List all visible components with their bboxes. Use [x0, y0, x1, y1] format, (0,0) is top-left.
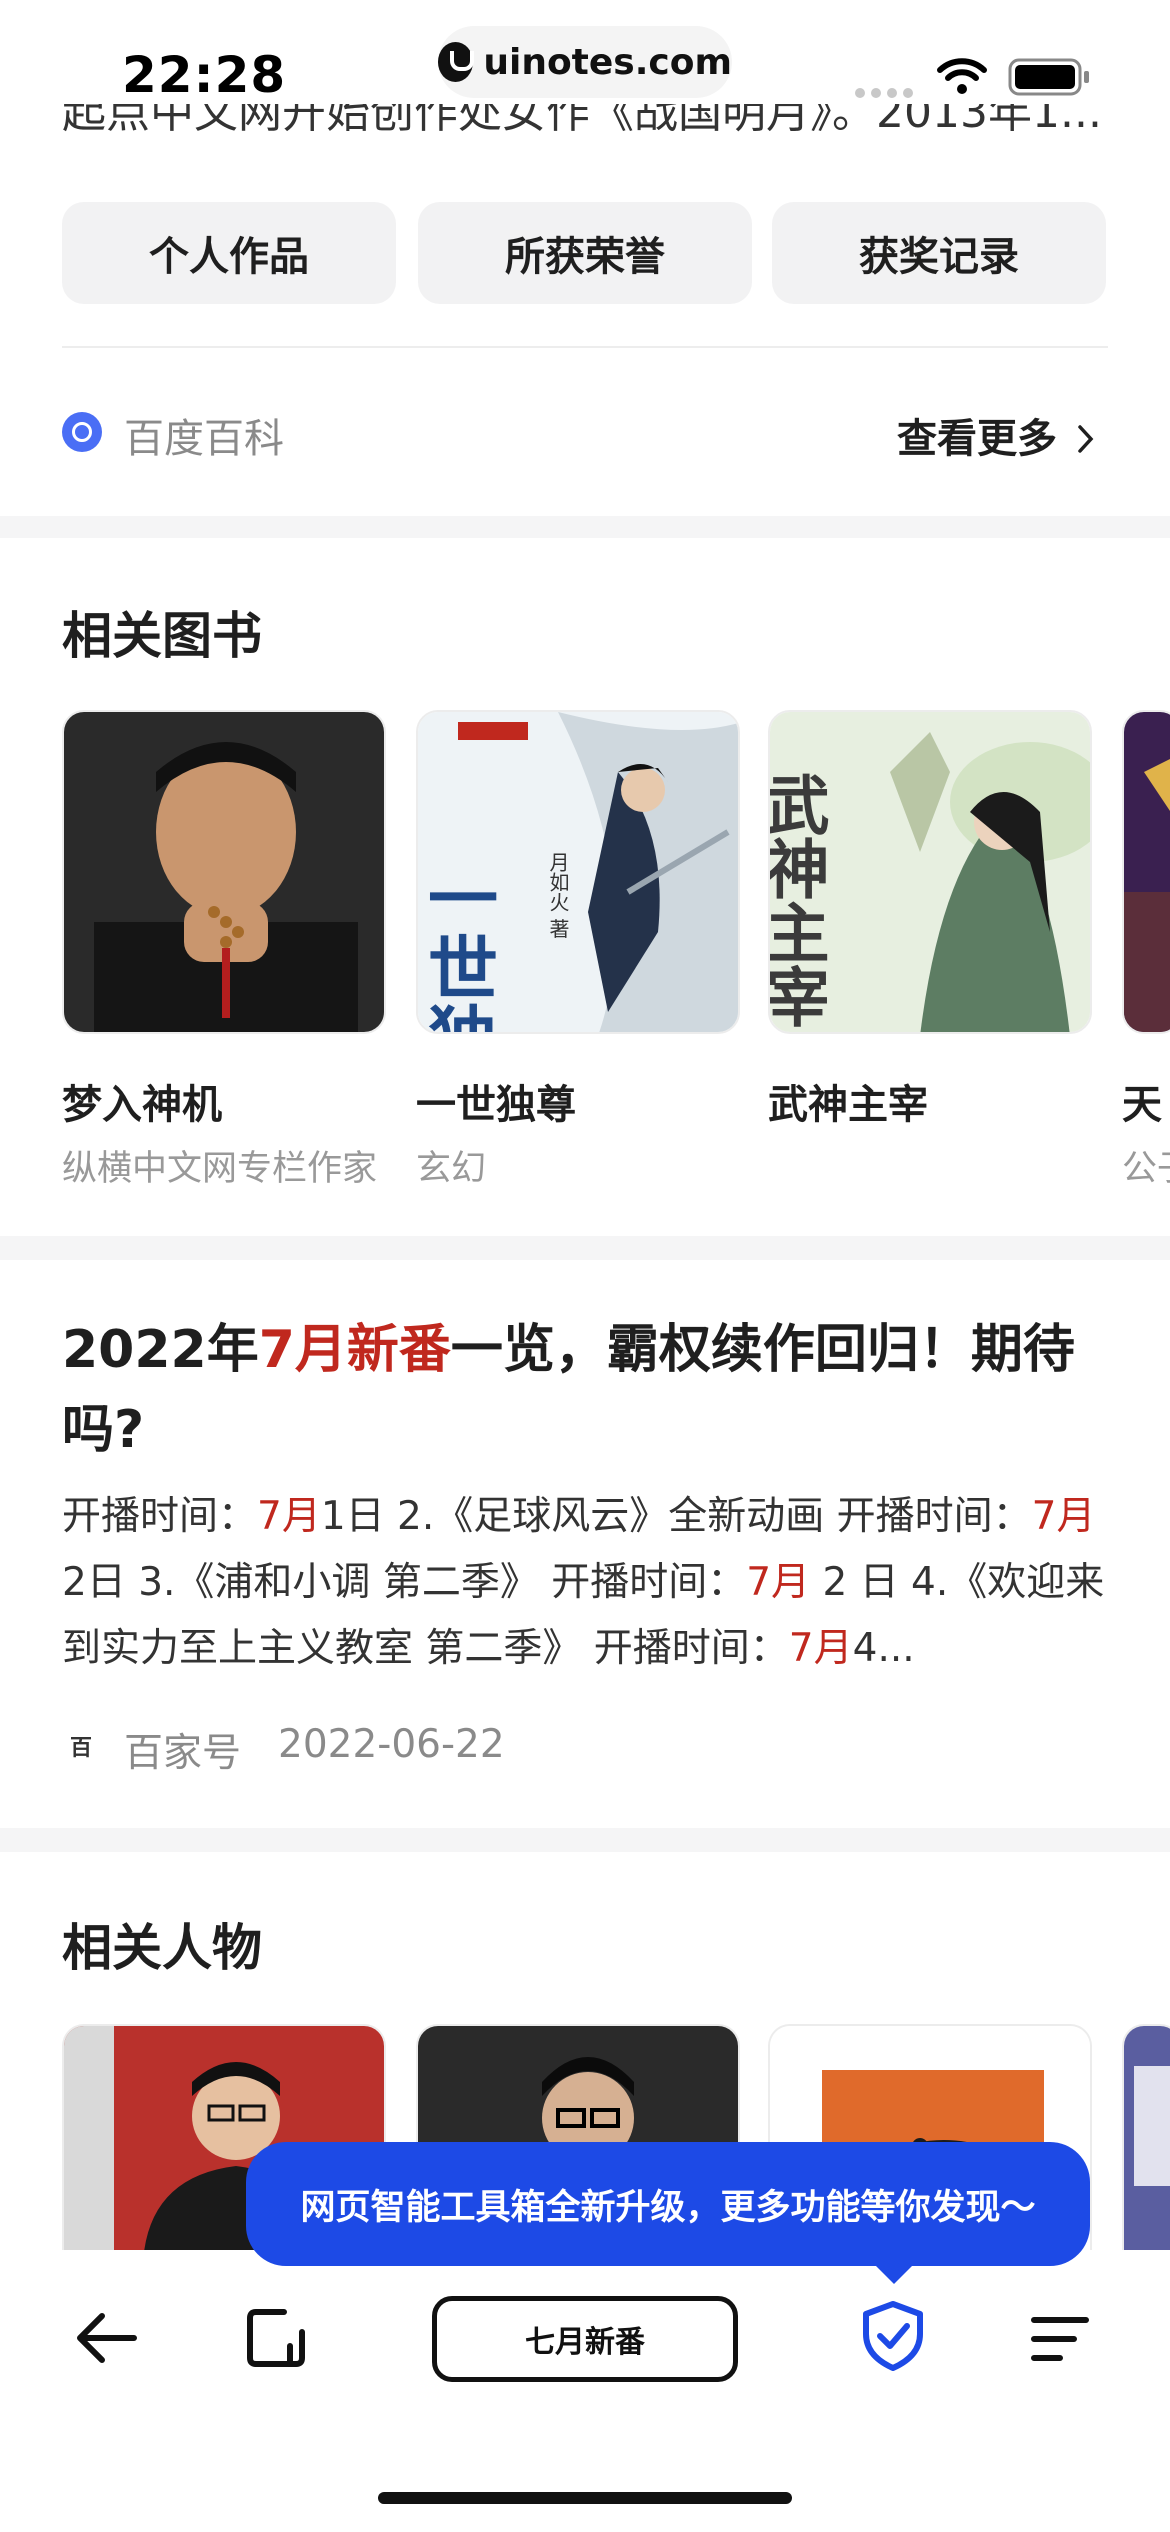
- chevron-right-icon: [1077, 418, 1095, 464]
- book-cover-3-text: 武神主宰: [770, 772, 830, 1028]
- bottom-toolbar: [0, 2250, 1170, 2532]
- chip-awards[interactable]: 获奖记录: [772, 202, 1106, 304]
- book-cover-2-author: 月如火 著: [546, 852, 570, 938]
- home-indicator: [378, 2492, 792, 2504]
- site-logo-icon: [438, 42, 475, 82]
- highlight-keyword: 7月: [788, 1626, 853, 1671]
- url-pill[interactable]: uinotes.com: [438, 26, 732, 98]
- snippet-text: 4...: [852, 1626, 915, 1671]
- section-separator: [0, 1236, 1170, 1260]
- intro-snippet: 起点中文网开始创作处女作《战国明月》。2013年1...: [62, 104, 1102, 138]
- section-separator: [0, 516, 1170, 538]
- view-more-link[interactable]: 查看更多: [897, 406, 1095, 464]
- section-separator: [0, 1828, 1170, 1852]
- menu-icon[interactable]: [1030, 2314, 1090, 2368]
- search-query-box[interactable]: 七月新番: [432, 2296, 738, 2382]
- book-sub-2: 玄幻: [416, 1149, 487, 1189]
- snippet-text: 开播时间：: [62, 1494, 258, 1539]
- baike-source-label: 百度百科: [124, 416, 284, 462]
- highlight-keyword: 7月: [257, 1494, 321, 1539]
- view-more-label: 查看更多: [897, 416, 1057, 462]
- book-cover-3[interactable]: 武神主宰: [768, 710, 1092, 1034]
- status-time: 22:28: [122, 46, 287, 104]
- snippet-text: 2日 3.《浦和小调 第二季》 开播时间：: [62, 1560, 747, 1605]
- chip-honors[interactable]: 所获荣誉: [418, 202, 752, 304]
- shield-check-icon[interactable]: [860, 2300, 926, 2376]
- book-sub-1: 纵横中文网专栏作家: [62, 1149, 378, 1189]
- tooltip-arrow: [872, 2262, 916, 2284]
- back-icon[interactable]: [74, 2310, 138, 2370]
- divider: [62, 346, 1108, 348]
- book-title-1[interactable]: 梦入神机: [62, 1072, 222, 1130]
- book-title-3[interactable]: 武神主宰: [768, 1072, 928, 1130]
- chip-personal-works[interactable]: 个人作品: [62, 202, 396, 304]
- book-cover-4[interactable]: [1122, 710, 1170, 1034]
- baijiahao-icon: 百: [70, 1736, 93, 1761]
- article-title[interactable]: 2022年7月新番一览，霸权续作回归！期待吗?: [62, 1310, 1112, 1470]
- article-date: 2022-06-22: [278, 1722, 505, 1767]
- highlight-keyword: 7月: [746, 1560, 811, 1605]
- article-snippet: 开播时间：7月1日 2.《足球风云》全新动画 开播时间：7月2日 3.《浦和小调…: [62, 1484, 1112, 1682]
- people-section-title: 相关人物: [62, 1919, 262, 1977]
- wifi-icon: [936, 56, 988, 100]
- person-photo-4[interactable]: [1122, 2024, 1170, 2250]
- book-cover-2[interactable]: 一世独尊 月如火 著: [416, 710, 740, 1034]
- books-section-title: 相关图书: [62, 607, 262, 665]
- battery-icon: [1008, 58, 1092, 100]
- highlight-keyword: 7月: [1031, 1494, 1096, 1539]
- article-source: 百家号: [124, 1731, 242, 1776]
- snippet-text: 1日 2.《足球风云》全新动画 开播时间：: [320, 1494, 1032, 1539]
- toolbox-tooltip[interactable]: 网页智能工具箱全新升级，更多功能等你发现～: [246, 2142, 1090, 2266]
- book-cover-1[interactable]: [62, 710, 386, 1034]
- book-title-4[interactable]: 天: [1122, 1072, 1170, 1130]
- url-text: uinotes.com: [483, 41, 732, 83]
- book-sub-4: 公子: [1122, 1149, 1170, 1189]
- signal-icon: [854, 84, 914, 103]
- book-title-2[interactable]: 一世独尊: [416, 1072, 576, 1130]
- baidu-baike-icon: [62, 412, 102, 452]
- tabs-icon[interactable]: [244, 2306, 308, 2374]
- book-cover-2-text: 一世独尊: [418, 862, 500, 1034]
